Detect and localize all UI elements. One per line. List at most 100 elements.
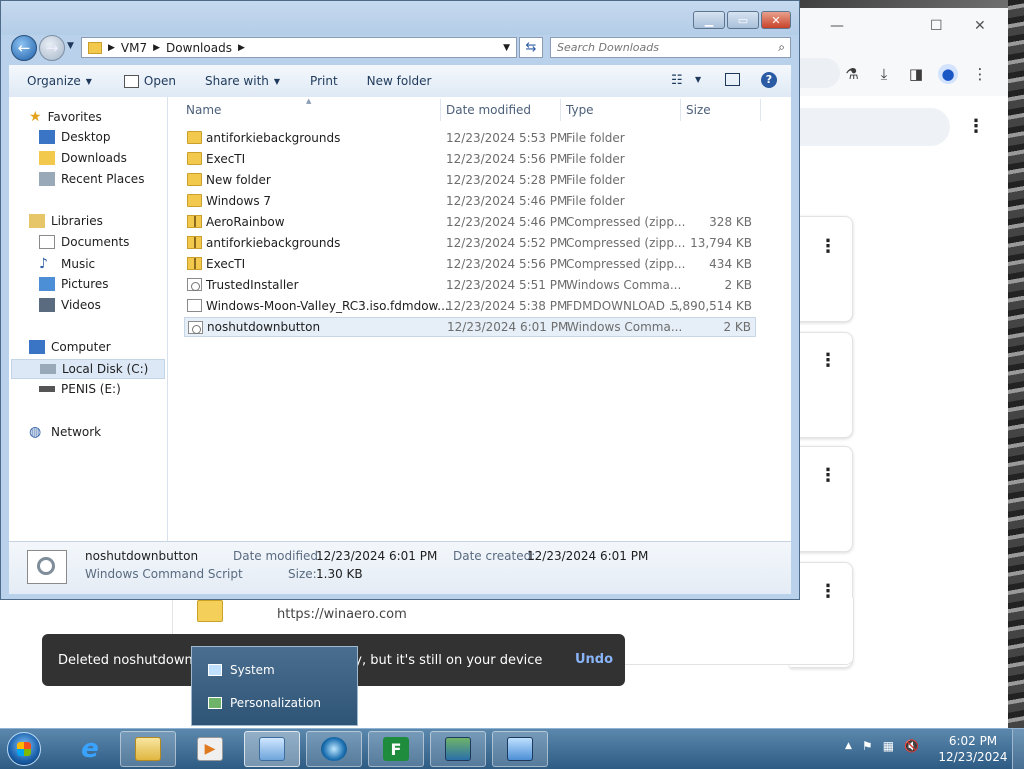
forward-button[interactable]: → bbox=[39, 35, 65, 61]
nav-downloads[interactable]: Downloads bbox=[39, 151, 127, 165]
taskbar-file-explorer[interactable] bbox=[120, 731, 176, 767]
nav-music[interactable]: ♪ Music bbox=[39, 256, 95, 272]
taskbar-control-panel[interactable] bbox=[244, 731, 300, 767]
card-more-icon[interactable]: ⋮ bbox=[819, 352, 837, 370]
nav-computer[interactable]: Computer bbox=[29, 340, 111, 354]
taskbar-browser[interactable] bbox=[306, 731, 362, 767]
popup-item-system[interactable]: System bbox=[208, 663, 275, 677]
column-header-name[interactable]: Name bbox=[186, 103, 221, 117]
file-row[interactable]: ExecTI 12/23/2024 5:56 PM Compressed (zipp… bbox=[184, 254, 756, 274]
taskbar-media-player[interactable]: ▶ bbox=[182, 731, 238, 767]
nav-libraries[interactable]: Libraries bbox=[29, 214, 103, 228]
taskbar-clock[interactable]: 6:02 PM 12/23/2024 bbox=[938, 733, 1008, 765]
breadcrumb-chevron-icon[interactable]: ▶ bbox=[238, 43, 245, 53]
lab-flask-icon[interactable]: ⚗ bbox=[842, 64, 862, 84]
preview-pane-icon[interactable] bbox=[725, 73, 740, 86]
taskbar-download-manager[interactable]: F bbox=[368, 731, 424, 767]
breadcrumb-vm7[interactable]: VM7 bbox=[121, 41, 147, 55]
start-button[interactable] bbox=[7, 732, 41, 766]
column-header-date[interactable]: Date modified bbox=[446, 103, 531, 117]
search-input[interactable] bbox=[551, 38, 773, 57]
taskbar: e ▶ F ▲ ⚑ ▦ 🔇 6:02 PM 12/23/2024 bbox=[0, 728, 1024, 769]
refresh-button[interactable]: ⇆ bbox=[519, 37, 543, 58]
share-with-button[interactable]: Share with ▼ bbox=[205, 74, 280, 88]
organize-button[interactable]: Organize ▼ bbox=[27, 74, 92, 88]
nav-pictures[interactable]: Pictures bbox=[39, 277, 109, 291]
download-url[interactable]: https://winaero.com bbox=[277, 607, 407, 622]
popup-item-personalization[interactable]: Personalization bbox=[208, 696, 321, 710]
side-panel-icon[interactable]: ◨ bbox=[906, 64, 926, 84]
volume-muted-icon[interactable]: 🔇 bbox=[904, 739, 919, 753]
address-dropdown-icon[interactable]: ▼ bbox=[503, 43, 510, 53]
file-row[interactable]: Windows 7 12/23/2024 5:46 PM File folder bbox=[184, 191, 756, 211]
download-icon[interactable]: ⤓ bbox=[874, 64, 894, 84]
action-center-flag-icon[interactable]: ⚑ bbox=[862, 739, 873, 753]
file-row[interactable]: AeroRainbow 12/23/2024 5:46 PM Compressed … bbox=[184, 212, 756, 232]
file-row[interactable]: TrustedInstaller 12/23/2024 5:51 PM Window… bbox=[184, 275, 756, 295]
new-folder-button[interactable]: New folder bbox=[367, 74, 432, 88]
nav-documents[interactable]: Documents bbox=[39, 235, 129, 249]
taskbar-internet-explorer[interactable]: e bbox=[62, 731, 118, 767]
maximize-button[interactable]: ▭ bbox=[727, 11, 759, 29]
nav-favorites[interactable]: ★ Favorites bbox=[29, 109, 102, 125]
nav-desktop[interactable]: Desktop bbox=[39, 130, 111, 144]
undo-button[interactable]: Undo bbox=[575, 652, 613, 667]
column-header-type[interactable]: Type bbox=[566, 103, 594, 117]
nav-network[interactable]: ◍ Network bbox=[29, 424, 101, 440]
browser-minimize-icon[interactable]: — bbox=[830, 18, 844, 34]
column-separator[interactable] bbox=[560, 99, 561, 121]
file-row[interactable]: ExecTI 12/23/2024 5:56 PM File folder bbox=[184, 149, 756, 169]
breadcrumb-chevron-icon[interactable]: ▶ bbox=[108, 43, 115, 53]
back-button[interactable]: ← bbox=[11, 35, 37, 61]
help-icon[interactable]: ? bbox=[761, 72, 777, 88]
print-button[interactable]: Print bbox=[310, 74, 338, 88]
browser-address-bar[interactable] bbox=[800, 58, 840, 88]
show-desktop-button[interactable] bbox=[1012, 729, 1024, 769]
address-bar[interactable]: ▶ VM7 ▶ Downloads ▶ ▼ bbox=[81, 37, 517, 58]
file-row[interactable]: antiforkiebackgrounds 12/23/2024 5:52 PM C… bbox=[184, 233, 756, 253]
nav-local-disk[interactable]: Local Disk (C:) bbox=[11, 359, 165, 379]
breadcrumb-chevron-icon[interactable]: ▶ bbox=[153, 43, 160, 53]
taskbar-personalization[interactable] bbox=[492, 731, 548, 767]
minimize-button[interactable]: ▁ bbox=[693, 11, 725, 29]
file-row[interactable]: New folder 12/23/2024 5:28 PM File folder bbox=[184, 170, 756, 190]
search-icon[interactable]: ⌕ bbox=[778, 40, 785, 55]
system-window-icon bbox=[445, 737, 471, 761]
chevron-down-icon[interactable]: ▼ bbox=[695, 75, 701, 84]
view-options-icon[interactable]: ☷ bbox=[671, 73, 683, 88]
show-hidden-icons-chevron-icon[interactable]: ▲ bbox=[845, 741, 852, 751]
card-more-icon[interactable]: ⋮ bbox=[819, 238, 837, 256]
card-more-icon[interactable]: ⋮ bbox=[819, 467, 837, 485]
column-separator[interactable] bbox=[760, 99, 761, 121]
network-icon[interactable]: ▦ bbox=[883, 739, 894, 753]
nav-recent-places[interactable]: Recent Places bbox=[39, 172, 144, 186]
explorer-titlebar[interactable]: ▁ ▭ ✕ bbox=[1, 1, 799, 35]
nav-label: Network bbox=[51, 425, 102, 439]
nav-videos[interactable]: Videos bbox=[39, 298, 101, 312]
folder-icon bbox=[187, 194, 202, 207]
browser-close-icon[interactable]: ✕ bbox=[974, 18, 986, 34]
column-separator[interactable] bbox=[440, 99, 441, 121]
nav-drive-e[interactable]: PENIS (E:) bbox=[39, 382, 121, 396]
more-options-icon[interactable]: ⋮ bbox=[967, 118, 985, 136]
close-button[interactable]: ✕ bbox=[761, 11, 791, 29]
file-row[interactable]: Windows-Moon-Valley_RC3.iso.fdmdow... 12/… bbox=[184, 296, 756, 316]
taskbar-system-window[interactable] bbox=[430, 731, 486, 767]
profile-avatar-icon[interactable]: ● bbox=[938, 64, 958, 84]
downloads-search-field[interactable] bbox=[800, 108, 950, 146]
file-row[interactable]: antiforkiebackgrounds 12/23/2024 5:53 PM F… bbox=[184, 128, 756, 148]
nav-label: Recent Places bbox=[61, 172, 145, 186]
browser-menu-icon[interactable]: ⋮ bbox=[970, 64, 990, 84]
explorer-window: ▁ ▭ ✕ ← → ▼ ▶ VM7 ▶ Downloads ▶ ▼ ⇆ ⌕ Or… bbox=[0, 0, 800, 600]
details-date-created: 12/23/2024 6:01 PM bbox=[527, 549, 649, 563]
recent-pages-chevron-icon[interactable]: ▼ bbox=[67, 41, 74, 51]
column-header-size[interactable]: Size bbox=[686, 103, 711, 117]
open-button[interactable]: Open bbox=[123, 74, 176, 88]
breadcrumb-downloads[interactable]: Downloads bbox=[166, 41, 232, 55]
column-separator[interactable] bbox=[680, 99, 681, 121]
arrow-right-icon: → bbox=[45, 39, 59, 57]
file-date: 12/23/2024 5:52 PM bbox=[446, 236, 568, 250]
file-type: Windows Comma... bbox=[567, 320, 683, 334]
file-row[interactable]: noshutdownbutton 12/23/2024 6:01 PM Window… bbox=[184, 317, 756, 337]
browser-maximize-icon[interactable]: ☐ bbox=[930, 18, 943, 34]
